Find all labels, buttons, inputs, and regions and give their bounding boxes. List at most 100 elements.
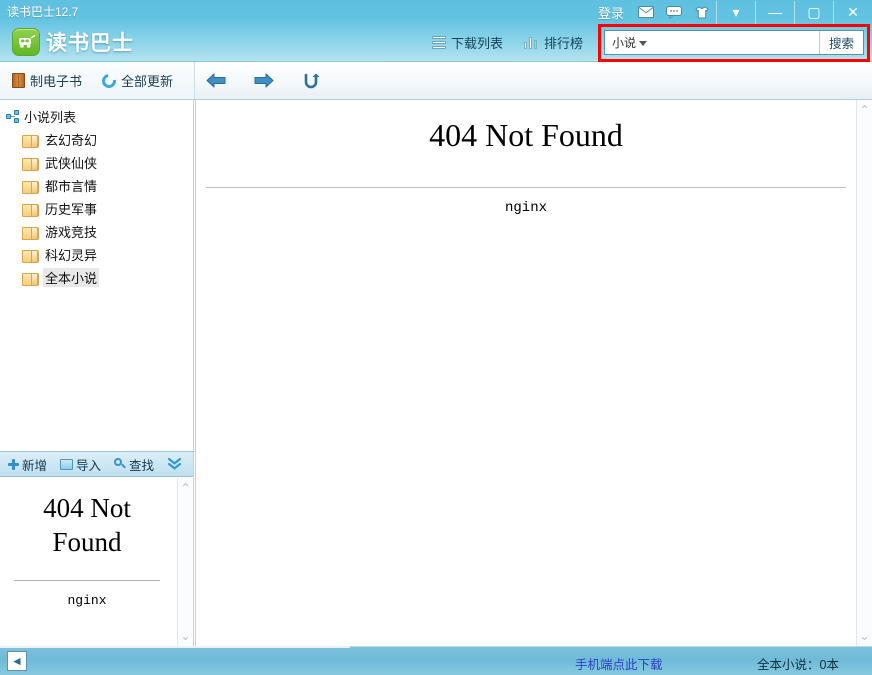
folder-icon — [22, 134, 37, 146]
bus-logo-icon — [12, 28, 40, 56]
close-icon: ✕ — [847, 5, 859, 19]
download-list-label: 下载列表 — [451, 33, 503, 52]
secondary-toolbar: 制电子书 全部更新 — [0, 62, 872, 100]
folder-icon — [22, 203, 37, 215]
tree-item-youxi[interactable]: 游戏竞技 — [0, 220, 193, 243]
tree-nodes-icon — [6, 110, 19, 123]
refresh-button[interactable] — [301, 72, 321, 90]
close-button[interactable]: ✕ — [833, 1, 872, 24]
scroll-down-icon[interactable]: ⌄ — [180, 626, 190, 646]
folder-icon — [22, 157, 37, 169]
search-icon — [114, 458, 126, 470]
tree-item-kehuan[interactable]: 科幻灵异 — [0, 243, 193, 266]
ranking-button[interactable]: 排行榜 — [524, 33, 583, 52]
search-category-dropdown[interactable]: 小说 — [605, 31, 652, 54]
tree-item-dushi[interactable]: 都市言情 — [0, 174, 193, 197]
main-scrollbar[interactable]: ⌃ ⌄ — [856, 100, 872, 646]
chevron-double-down-icon[interactable] — [167, 457, 182, 472]
error-divider — [206, 187, 846, 188]
book-icon — [12, 73, 25, 88]
browser-nav-group — [205, 62, 321, 99]
find-label: 查找 — [129, 455, 154, 474]
maximize-button[interactable]: ▢ — [794, 1, 833, 24]
toolbar-left-group: 制电子书 全部更新 — [0, 62, 195, 99]
sidebar-toolbar: 新增 导入 查找 — [0, 451, 194, 477]
import-button[interactable]: 导入 — [60, 455, 101, 474]
search-bar: 小说 搜索 — [604, 30, 864, 55]
scroll-up-icon[interactable]: ⌃ — [859, 100, 869, 120]
forward-button[interactable] — [253, 72, 275, 89]
preview-scrollbar[interactable]: ⌃ ⌄ — [177, 478, 193, 646]
chat-icon[interactable] — [660, 1, 688, 24]
minimize-button[interactable]: — — [755, 1, 794, 24]
back-button[interactable] — [205, 72, 227, 89]
tree-item-label: 历史军事 — [43, 199, 99, 218]
add-label: 新增 — [22, 455, 47, 474]
server-name: nginx — [196, 200, 856, 216]
tree-root-novel-list[interactable]: 小说列表 — [0, 105, 193, 128]
chevron-down-icon: ▾ — [732, 5, 739, 19]
download-list-button[interactable]: 下载列表 — [432, 33, 503, 52]
minimize-icon: — — [768, 5, 782, 19]
tree-item-label: 全本小说 — [43, 268, 99, 287]
ranking-label: 排行榜 — [544, 33, 583, 52]
tree-item-wuxia[interactable]: 武侠仙侠 — [0, 151, 193, 174]
search-category-label: 小说 — [612, 34, 636, 51]
preview-content: 404 Not Found nginx — [0, 478, 174, 646]
tree-item-quanben[interactable]: 全本小说 — [0, 266, 193, 289]
maximize-icon: ▢ — [807, 5, 820, 19]
bar-chart-icon — [524, 36, 539, 49]
window-title: 读书巴士12.7 — [7, 3, 78, 20]
folder-icon — [22, 180, 37, 192]
import-icon — [60, 459, 73, 470]
system-controls: 登录 — [590, 0, 872, 24]
import-label: 导入 — [76, 455, 101, 474]
plus-icon — [8, 459, 19, 470]
tree-item-label: 游戏竞技 — [43, 222, 99, 241]
brand: 读书巴士 — [12, 27, 134, 57]
web-view: 404 Not Found nginx — [196, 100, 856, 646]
folder-icon — [22, 249, 37, 261]
make-ebook-label: 制电子书 — [30, 71, 82, 90]
tree-item-label: 玄幻奇幻 — [43, 130, 99, 149]
update-all-button[interactable]: 全部更新 — [102, 71, 173, 90]
find-button[interactable]: 查找 — [114, 455, 154, 474]
update-all-label: 全部更新 — [121, 71, 173, 90]
tree-root-label: 小说列表 — [24, 107, 76, 126]
folder-icon — [22, 226, 37, 238]
collapse-panel-button[interactable]: ◄ — [7, 651, 27, 671]
preview-divider — [14, 580, 160, 581]
chevron-down-icon — [639, 41, 647, 46]
main-content-area: 404 Not Found nginx ⌃ ⌄ — [195, 100, 872, 646]
menu-dropdown-button[interactable]: ▾ — [716, 1, 755, 24]
status-bar: ◄ 手机端点此下载 全本小说：0本 — [0, 646, 872, 675]
novel-tree: 小说列表 玄幻奇幻 武侠仙侠 都市言情 历史军事 游戏竞技 — [0, 100, 194, 450]
add-button[interactable]: 新增 — [8, 455, 47, 474]
search-button[interactable]: 搜索 — [819, 31, 863, 54]
tree-item-label: 武侠仙侠 — [43, 153, 99, 172]
title-header: 读书巴士12.7 读书巴士 登录 — [0, 0, 872, 62]
left-panel: 小说列表 玄幻奇幻 武侠仙侠 都市言情 历史军事 游戏竞技 — [0, 100, 195, 646]
status-divider — [0, 646, 350, 648]
error-title: 404 Not Found — [196, 100, 856, 154]
make-ebook-button[interactable]: 制电子书 — [12, 71, 82, 90]
scroll-up-icon[interactable]: ⌃ — [180, 478, 190, 498]
tree-item-xuanhuan[interactable]: 玄幻奇幻 — [0, 128, 193, 151]
scroll-down-icon[interactable]: ⌄ — [859, 626, 869, 646]
folder-icon — [22, 272, 37, 284]
search-input[interactable] — [652, 31, 819, 54]
refresh-icon — [99, 71, 118, 90]
list-icon — [432, 36, 446, 49]
login-button[interactable]: 登录 — [590, 3, 632, 22]
tree-item-label: 都市言情 — [43, 176, 99, 195]
skin-icon[interactable] — [688, 1, 716, 24]
preview-pane: 404 Not Found nginx ⌃ ⌄ — [0, 478, 194, 646]
status-count-label: 全本小说：0本 — [757, 654, 839, 673]
mail-icon[interactable] — [632, 1, 660, 24]
preview-error-title: 404 Not Found — [10, 492, 164, 560]
preview-server-name: nginx — [10, 593, 164, 608]
tree-item-label: 科幻灵异 — [43, 245, 99, 264]
tree-item-lishi[interactable]: 历史军事 — [0, 197, 193, 220]
application-window: 读书巴士12.7 读书巴士 登录 — [0, 0, 872, 675]
mobile-download-link[interactable]: 手机端点此下载 — [575, 654, 663, 673]
